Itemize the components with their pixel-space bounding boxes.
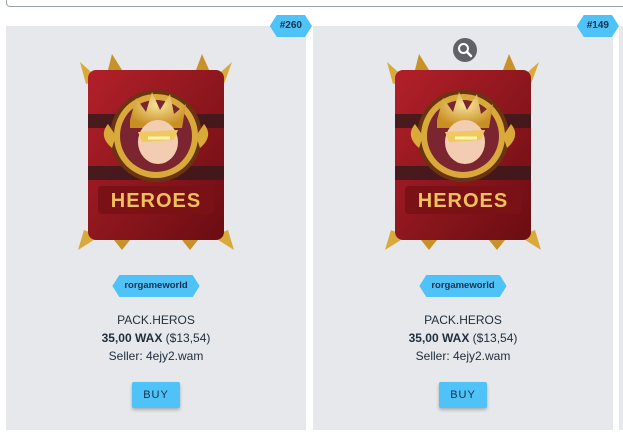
- listing-card[interactable]: #149 HEROES rorgameworld PACK.HEROS 35,0…: [313, 26, 613, 430]
- search-field-edge[interactable]: [6, 0, 623, 7]
- mint-number-badge: #260: [270, 15, 312, 37]
- heroes-pack-image[interactable]: HEROES: [385, 54, 541, 250]
- price-usd: ($13,54): [165, 331, 211, 345]
- price: 35,00 WAX ($13,54): [6, 331, 306, 345]
- asset-name: PACK.HEROS: [424, 313, 502, 327]
- mint-number-badge: #149: [577, 15, 619, 37]
- listing-card[interactable]: #260 HEROES rorgameworld PACK.HEROS 35,0…: [6, 26, 306, 430]
- price-wax: 35,00 WAX: [408, 331, 470, 345]
- heroes-pack-image[interactable]: HEROES: [78, 54, 234, 250]
- collection-tag[interactable]: rorgameworld: [419, 275, 506, 297]
- price-wax: 35,00 WAX: [101, 331, 163, 345]
- next-card-edge: [619, 26, 623, 430]
- pack-title-text: HEROES: [111, 190, 201, 212]
- price-usd: ($13,54): [472, 331, 518, 345]
- buy-button[interactable]: BUY: [132, 382, 180, 408]
- asset-name: PACK.HEROS: [117, 313, 195, 327]
- buy-button[interactable]: BUY: [439, 382, 487, 408]
- seller: Seller: 4ejy2.wam: [108, 349, 204, 363]
- magnifier-icon[interactable]: [453, 38, 477, 62]
- collection-tag[interactable]: rorgameworld: [112, 275, 199, 297]
- seller: Seller: 4ejy2.wam: [415, 349, 511, 363]
- pack-title-text: HEROES: [418, 190, 508, 212]
- price: 35,00 WAX ($13,54): [313, 331, 613, 345]
